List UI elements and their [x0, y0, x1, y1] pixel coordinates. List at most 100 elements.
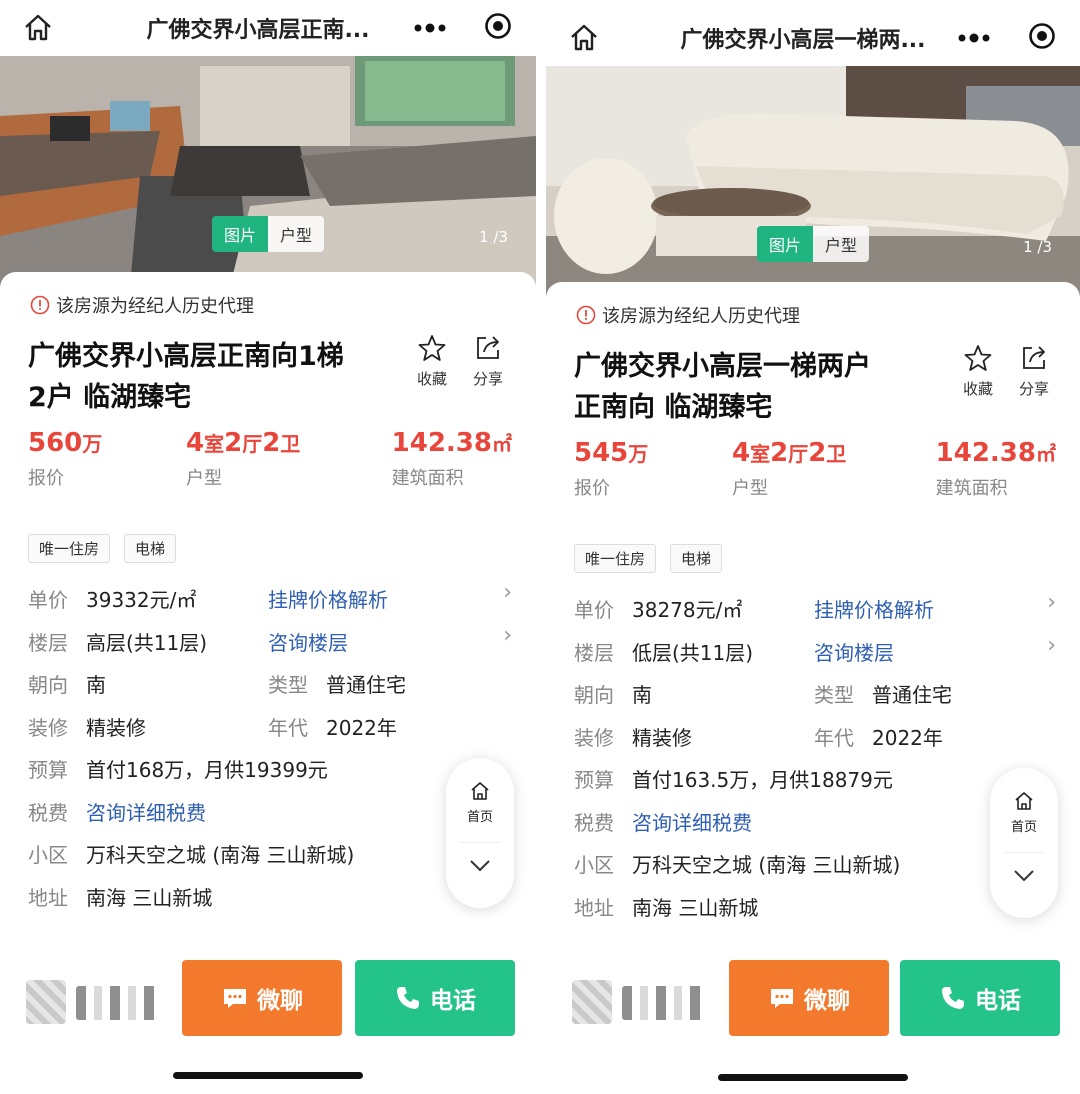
row-orientation: 朝向 南 类型 普通住宅 [28, 669, 512, 712]
favorite-label: 收藏 [416, 370, 447, 388]
chat-button[interactable]: 微聊 [729, 960, 889, 1036]
area-label: 建筑面积 [391, 468, 464, 489]
floating-nav: 首页 [990, 768, 1058, 918]
divider [460, 842, 500, 843]
year-value: 2022年 [872, 725, 943, 750]
baths-unit: 卫 [826, 442, 847, 466]
favorite-button[interactable]: 收藏 [950, 344, 1006, 399]
baths-value: 2 [262, 428, 281, 458]
chevron-right-icon[interactable]: › [1047, 633, 1056, 658]
type-label: 类型 [268, 673, 308, 697]
bottom-action-bar: 微聊 电话 [546, 960, 1080, 1040]
floor-value: 高层(共11层) [86, 630, 208, 655]
photo-counter: 1 /3 [1023, 238, 1052, 256]
decoration-label: 装修 [574, 725, 614, 750]
info-list: 单价 39332元/㎡ 挂牌价格解析 › 楼层 高层(共11层) 咨询楼层 › … [28, 580, 512, 924]
area-unit: ㎡ [492, 432, 512, 456]
phone-icon [942, 987, 964, 1009]
address-value: 南海 三山新城 [86, 885, 213, 910]
address-label: 地址 [28, 885, 68, 910]
phone-icon [397, 987, 419, 1009]
chevron-right-icon[interactable]: › [503, 623, 512, 648]
decoration-value: 精装修 [632, 725, 692, 750]
target-icon[interactable] [1028, 22, 1056, 50]
scroll-down-button[interactable] [446, 852, 514, 882]
share-icon [1023, 346, 1045, 369]
more-icon[interactable] [954, 28, 994, 48]
float-home-button[interactable]: 首页 [990, 790, 1058, 835]
floor-consult-link[interactable]: 咨询楼层 [268, 627, 348, 656]
chevron-right-icon[interactable]: › [503, 580, 512, 605]
tab-photos[interactable]: 图片 [756, 226, 813, 262]
call-label: 电话 [975, 988, 1021, 1014]
target-icon[interactable] [484, 12, 512, 40]
tag-only-home: 唯一住房 [574, 544, 657, 573]
row-tax: 税费 咨询详细税费 [28, 797, 512, 840]
type-value: 普通住宅 [326, 673, 406, 697]
row-budget: 预算 首付163.5万，月供18879元 [574, 764, 1056, 807]
listing-panel-right: 广佛交界小高层一梯两... 图片 户型 1 /3 该房源为经纪人历史代理 广佛交… [546, 0, 1080, 1094]
tag-elevator: 电梯 [670, 544, 723, 573]
price-value: 560 [28, 428, 83, 458]
tax-consult-link[interactable]: 咨询详细税费 [86, 797, 206, 826]
community-label: 小区 [574, 853, 614, 877]
home-indicator [173, 1072, 363, 1079]
key-stats: 545万 报价 4室2厅2卫 户型 142.38㎡ 建筑面积 [574, 438, 1056, 508]
chevron-right-icon[interactable]: › [1047, 590, 1056, 615]
price-analysis-link[interactable]: 挂牌价格解析 [814, 594, 934, 623]
stat-price: 560万 报价 [28, 428, 102, 490]
year-label: 年代 [268, 715, 308, 740]
float-home-button[interactable]: 首页 [446, 780, 514, 825]
area-value: 142.38 [935, 438, 1036, 468]
share-button[interactable]: 分享 [1006, 344, 1062, 399]
notice-text: 该房源为经纪人历史代理 [602, 306, 800, 327]
divider [1004, 852, 1044, 853]
community-value: 万科天空之城 (南海 三山新城) [632, 853, 901, 877]
tab-layout[interactable]: 户型 [268, 216, 325, 252]
favorite-label: 收藏 [962, 380, 993, 398]
stat-area: 142.38㎡ 建筑面积 [392, 428, 512, 490]
tax-consult-link[interactable]: 咨询详细税费 [632, 807, 752, 836]
favorite-button[interactable]: 收藏 [404, 334, 460, 389]
more-icon[interactable] [410, 18, 450, 38]
tab-photos[interactable]: 图片 [211, 216, 268, 252]
feature-tags: 唯一住房 电梯 [28, 534, 177, 563]
call-button[interactable]: 电话 [900, 960, 1060, 1036]
hero-photo[interactable]: 图片 户型 1 /3 [546, 66, 1080, 296]
tab-layout[interactable]: 户型 [813, 226, 870, 262]
row-unit-price: 单价 39332元/㎡ 挂牌价格解析 › [28, 580, 512, 627]
halls-value: 2 [770, 438, 789, 468]
decoration-value: 精装修 [86, 715, 146, 740]
share-button[interactable]: 分享 [460, 334, 516, 389]
warning-icon [576, 305, 596, 325]
hero-photo[interactable]: 图片 户型 1 /3 [0, 56, 536, 286]
floor-consult-link[interactable]: 咨询楼层 [814, 637, 894, 666]
chevron-down-icon [470, 860, 490, 872]
community-label: 小区 [28, 843, 68, 867]
row-community: 小区 万科天空之城 (南海 三山新城) [28, 839, 512, 882]
halls-unit: 厅 [242, 432, 263, 456]
stat-layout: 4室2厅2卫 户型 [732, 438, 846, 500]
price-analysis-link[interactable]: 挂牌价格解析 [268, 584, 388, 613]
chat-label: 微聊 [257, 988, 303, 1014]
chat-button[interactable]: 微聊 [182, 960, 342, 1036]
decoration-label: 装修 [28, 715, 68, 740]
avatar[interactable] [572, 980, 612, 1024]
tax-label: 税费 [574, 810, 614, 835]
row-tax: 税费 咨询详细税费 [574, 807, 1056, 850]
scroll-down-button[interactable] [990, 862, 1058, 892]
unit-price-label: 单价 [574, 598, 614, 622]
row-unit-price: 单价 38278元/㎡ 挂牌价格解析 › [574, 590, 1056, 637]
halls-value: 2 [224, 428, 243, 458]
tag-only-home: 唯一住房 [28, 534, 111, 563]
call-button[interactable]: 电话 [355, 960, 515, 1036]
agent-name-blurred [622, 986, 702, 1020]
type-label: 类型 [814, 683, 854, 707]
call-label: 电话 [430, 988, 476, 1014]
community-value: 万科天空之城 (南海 三山新城) [86, 843, 355, 867]
year-value: 2022年 [326, 715, 397, 740]
floor-label: 楼层 [574, 640, 614, 665]
avatar[interactable] [26, 980, 66, 1024]
row-address: 地址 南海 三山新城 [574, 892, 1056, 935]
orientation-value: 南 [86, 673, 106, 697]
